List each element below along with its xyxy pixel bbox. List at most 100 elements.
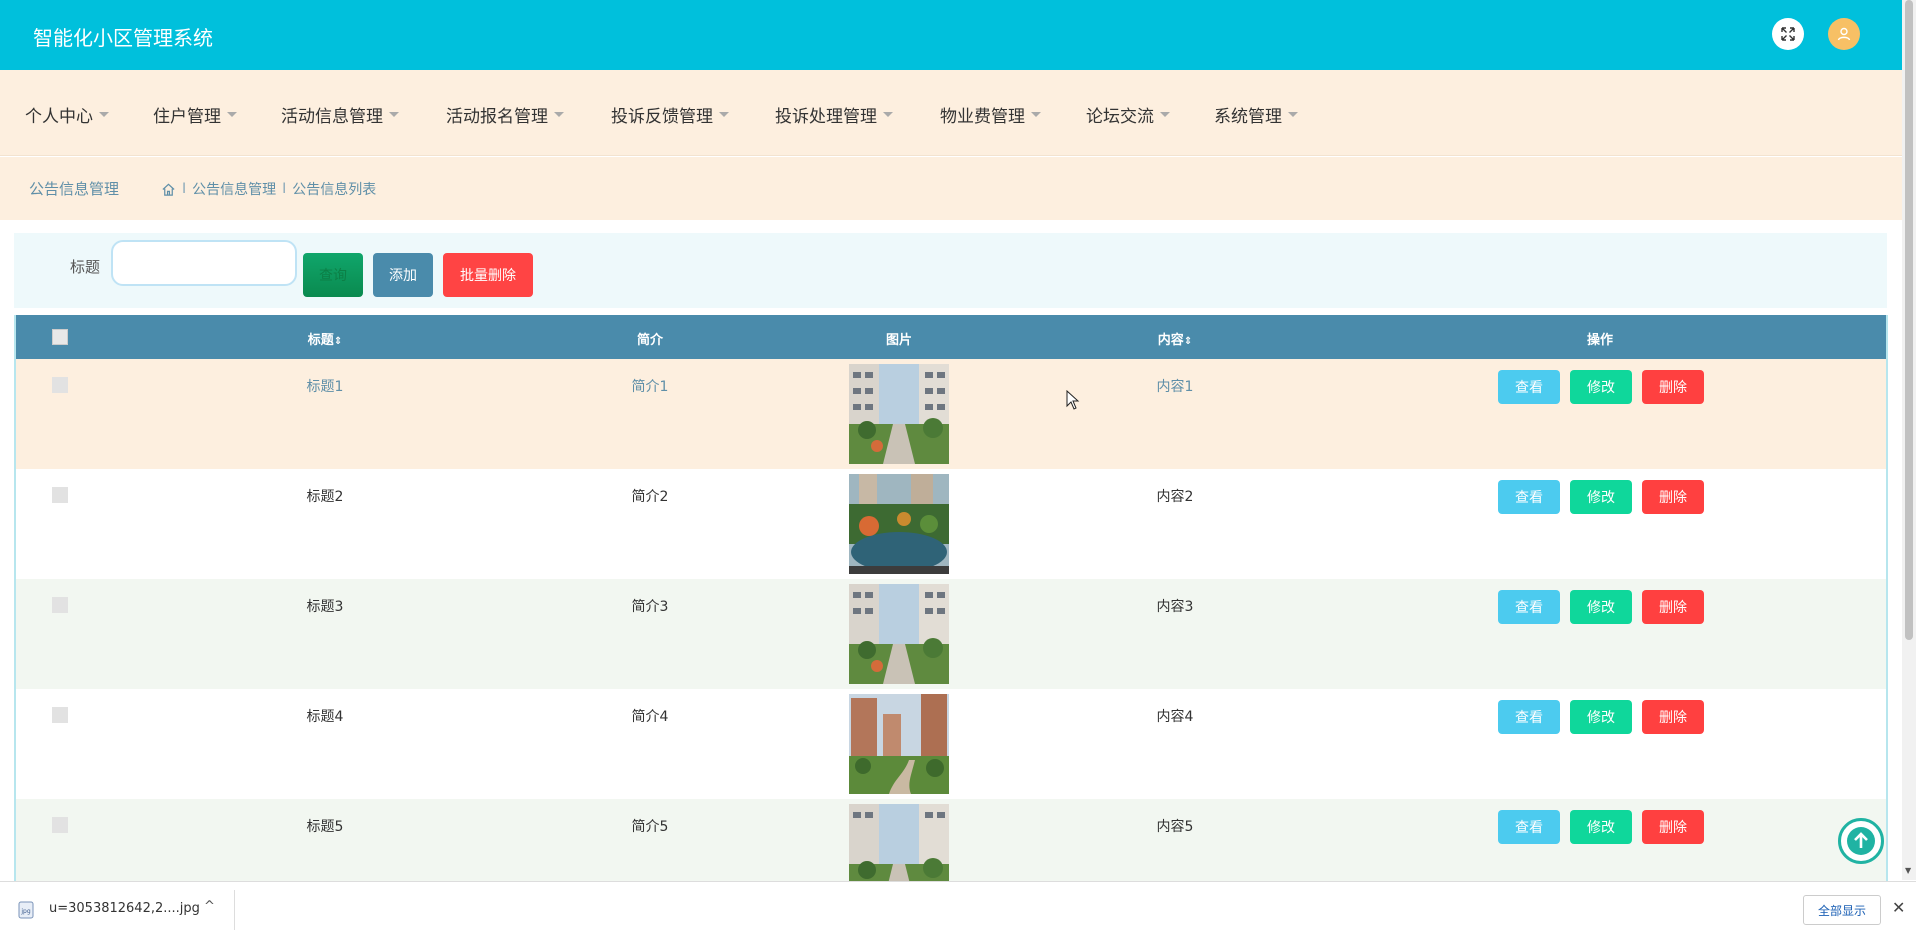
mouse-cursor-icon [1066,390,1080,410]
search-button[interactable]: 查询 [303,253,363,297]
row-image[interactable] [849,694,949,794]
table-row[interactable]: 标题1 简介1 内容1 查看 修改 删除 [16,359,1886,469]
back-to-top-button[interactable] [1838,818,1884,864]
row-content: 内容2 [1156,489,1194,505]
arrow-up-icon [1847,827,1875,855]
building-walkway-image [849,364,949,464]
edit-button[interactable]: 修改 [1570,810,1632,844]
menu-item-system[interactable]: 系统管理 [1214,102,1298,127]
fullscreen-icon [1781,27,1795,41]
search-title-label: 标题 [70,258,101,276]
table-row[interactable]: 标题3 简介3 内容3 查看 修改 删除 [16,579,1886,689]
view-button[interactable]: 查看 [1498,810,1560,844]
table-row[interactable]: 标题4 简介4 内容4 查看 修改 删除 [16,689,1886,799]
table-row[interactable]: 标题2 简介2 内容2 查看 修改 删除 [16,469,1886,579]
search-title-input[interactable] [111,240,297,286]
row-content: 内容3 [1156,599,1194,615]
scroll-down-arrow-icon[interactable]: ▼ [1905,866,1911,875]
delete-button[interactable]: 删除 [1642,370,1704,404]
breadcrumb-item: 公告信息列表 [292,182,377,198]
menu-item-personal-center[interactable]: 个人中心 [25,102,109,127]
menu-item-residents[interactable]: 住户管理 [153,102,237,127]
menu-item-complaint-handling[interactable]: 投诉处理管理 [775,102,893,127]
sort-icon: ⇕ [1183,336,1193,347]
menu-item-property-fee[interactable]: 物业费管理 [940,102,1041,127]
add-button[interactable]: 添加 [373,253,433,297]
delete-button[interactable]: 删除 [1642,810,1704,844]
row-title: 标题1 [306,379,344,395]
search-bar: 标题 查询 添加 批量删除 [14,233,1887,308]
row-content: 内容5 [1156,819,1194,835]
column-header-actions: 操作 [1586,333,1614,348]
menu-item-activity-signup[interactable]: 活动报名管理 [446,102,564,127]
view-button[interactable]: 查看 [1498,700,1560,734]
row-summary: 简介3 [631,599,669,615]
caret-down-icon [883,112,893,117]
delete-button[interactable]: 删除 [1642,480,1704,514]
row-title: 标题3 [306,599,344,615]
row-summary: 简介2 [631,489,669,505]
row-image[interactable] [849,804,949,881]
caret-down-icon [389,112,399,117]
page-title: 公告信息管理 [29,180,120,198]
row-checkbox[interactable] [52,707,68,723]
edit-button[interactable]: 修改 [1570,590,1632,624]
row-summary: 简介4 [631,709,669,725]
home-icon[interactable] [161,182,176,197]
select-all-checkbox[interactable] [52,329,68,345]
breadcrumb-separator: I [282,181,287,197]
user-icon [1837,27,1851,41]
edit-button[interactable]: 修改 [1570,480,1632,514]
row-content: 内容4 [1156,709,1194,725]
menu-item-forum[interactable]: 论坛交流 [1086,102,1170,127]
view-button[interactable]: 查看 [1498,480,1560,514]
delete-button[interactable]: 删除 [1642,590,1704,624]
download-file-name[interactable]: u=3053812642,2....jpg [49,901,200,916]
breadcrumb-separator: I [182,181,187,197]
app-title: 智能化小区管理系统 [33,26,213,50]
user-avatar-button[interactable] [1828,18,1860,50]
column-header-title[interactable]: 标题⇕ [308,329,342,348]
delete-button[interactable]: 删除 [1642,700,1704,734]
row-summary: 简介5 [631,819,669,835]
building-walkway-image [849,804,949,881]
building-walkway-image [849,584,949,684]
caret-down-icon [719,112,729,117]
row-title: 标题4 [306,709,344,725]
scrollbar-thumb[interactable] [1905,0,1913,640]
caret-down-icon [1288,112,1298,117]
fullscreen-button[interactable] [1772,18,1804,50]
edit-button[interactable]: 修改 [1570,370,1632,404]
row-title: 标题5 [306,819,344,835]
column-header-content[interactable]: 内容⇕ [1158,329,1192,348]
row-checkbox[interactable] [52,377,68,393]
image-file-icon: jpg [18,901,34,919]
row-image[interactable] [849,584,949,684]
top-header: 智能化小区管理系统 [0,0,1902,70]
chevron-up-icon[interactable]: ^ [204,899,215,914]
view-button[interactable]: 查看 [1498,370,1560,404]
page-scrollbar[interactable]: ▼ [1902,0,1916,880]
row-checkbox[interactable] [52,597,68,613]
row-image[interactable] [849,474,949,574]
column-header-summary: 简介 [636,333,664,348]
breadcrumb-item[interactable]: 公告信息管理 [192,179,276,199]
breadcrumb: I 公告信息管理 I 公告信息列表 [161,179,376,199]
row-image[interactable] [849,364,949,464]
row-title: 标题2 [306,489,344,505]
show-all-downloads-button[interactable]: 全部显示 [1803,895,1881,925]
menu-item-activity-info[interactable]: 活动信息管理 [281,102,399,127]
divider [234,890,235,930]
sort-icon: ⇕ [333,336,343,347]
menu-item-complaint-feedback[interactable]: 投诉反馈管理 [611,102,729,127]
table-row[interactable]: 标题5 简介5 内容5 查看 修改 删除 [16,799,1886,881]
view-button[interactable]: 查看 [1498,590,1560,624]
edit-button[interactable]: 修改 [1570,700,1632,734]
batch-delete-button[interactable]: 批量删除 [443,253,533,297]
table-header: 标题⇕ 简介 图片 内容⇕ 操作 [16,315,1886,359]
svg-text:jpg: jpg [20,908,30,915]
row-checkbox[interactable] [52,487,68,503]
close-icon[interactable]: ✕ [1892,898,1905,917]
caret-down-icon [227,112,237,117]
row-checkbox[interactable] [52,817,68,833]
